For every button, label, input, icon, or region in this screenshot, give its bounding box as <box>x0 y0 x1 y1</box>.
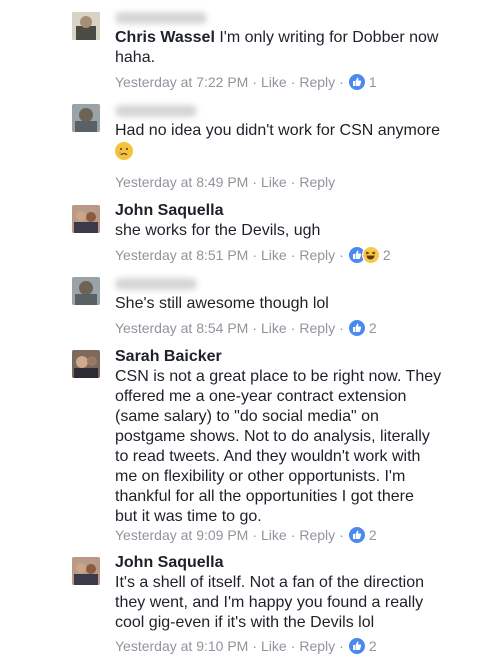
reaction-count[interactable]: 2 <box>369 637 377 655</box>
comment-text: postgame shows. Not to do analysis, lite… <box>115 428 430 445</box>
comment-meta: Yesterday at 7:22 PM · Like · Reply · 1 <box>115 73 377 91</box>
comment-text: She's still awesome though lol <box>115 295 329 312</box>
avatar[interactable] <box>72 557 100 585</box>
comment-timestamp[interactable]: Yesterday at 9:09 PM <box>115 526 248 544</box>
reply-link[interactable]: Reply <box>299 526 335 544</box>
like-link[interactable]: Like <box>261 637 287 655</box>
reaction-count[interactable]: 1 <box>369 73 377 91</box>
comment-meta: Yesterday at 8:49 PM · Like · Reply <box>115 173 336 191</box>
crying-face-icon <box>115 141 133 160</box>
reaction-count[interactable]: 2 <box>369 319 377 337</box>
reply-link[interactable]: Reply <box>299 246 335 264</box>
avatar[interactable] <box>72 12 100 40</box>
like-reaction-icon[interactable] <box>347 637 366 655</box>
avatar[interactable] <box>72 277 100 305</box>
comment-text: (same salary) to "do social media" on <box>115 408 379 425</box>
comment-timestamp[interactable]: Yesterday at 8:49 PM <box>115 173 248 191</box>
comment-timestamp[interactable]: Yesterday at 9:10 PM <box>115 637 248 655</box>
comment-timestamp[interactable]: Yesterday at 8:54 PM <box>115 319 248 337</box>
reaction-count[interactable]: 2 <box>369 526 377 544</box>
comment-author[interactable]: John Saquella <box>115 554 223 571</box>
avatar-photo <box>72 277 100 305</box>
comment-text: cool gig-even if it's with the Devils lo… <box>115 614 375 631</box>
avatar-photo <box>72 104 100 132</box>
like-link[interactable]: Like <box>261 73 287 91</box>
avatar[interactable] <box>72 350 100 378</box>
avatar[interactable] <box>72 104 100 132</box>
like-link[interactable]: Like <box>261 173 287 191</box>
comment-author[interactable]: Sarah Baicker <box>115 348 222 365</box>
like-reaction-icon[interactable] <box>347 526 366 544</box>
comment-text: she works for the Devils, ugh <box>115 222 321 239</box>
comment-meta: Yesterday at 8:51 PM · Like · Reply · 2 <box>115 246 391 264</box>
comment-text: Had no idea you didn't work for CSN anym… <box>115 122 440 139</box>
comment-author[interactable]: John Saquella <box>115 202 223 219</box>
comment-meta: Yesterday at 9:09 PM · Like · Reply · 2 <box>115 526 377 544</box>
reaction-count[interactable]: 2 <box>383 246 391 264</box>
comment-author-redacted <box>115 101 475 121</box>
comment-timestamp[interactable]: Yesterday at 7:22 PM <box>115 73 248 91</box>
avatar-photo <box>72 557 100 585</box>
comment-text: offered me a one-year contract extension <box>115 388 407 405</box>
comment-text: me on flexibility or other opportunists.… <box>115 468 406 485</box>
avatar-photo <box>72 350 100 378</box>
like-link[interactable]: Like <box>261 319 287 337</box>
comment-meta: Yesterday at 9:10 PM · Like · Reply · 2 <box>115 637 377 655</box>
comment-author[interactable]: Chris Wassel <box>115 29 215 46</box>
comment-text: but it was time to go. <box>115 508 262 525</box>
haha-reaction-icon[interactable] <box>361 246 380 264</box>
like-link[interactable]: Like <box>261 526 287 544</box>
like-reaction-icon[interactable] <box>347 319 366 337</box>
comment-text: haha. <box>115 49 156 66</box>
comment-text: they went, and I'm happy you found a rea… <box>115 594 424 611</box>
comment-author-redacted <box>115 8 475 28</box>
avatar[interactable] <box>72 205 100 233</box>
reply-link[interactable]: Reply <box>299 637 335 655</box>
reply-link[interactable]: Reply <box>299 173 335 191</box>
comment-text: CSN is not a great place to be right now… <box>115 368 442 385</box>
like-reaction-icon[interactable] <box>347 73 366 91</box>
comment-meta: Yesterday at 8:54 PM · Like · Reply · 2 <box>115 319 377 337</box>
avatar-photo <box>72 205 100 233</box>
comment-text: thankful for all the opportunities I got… <box>115 488 414 505</box>
avatar-photo <box>72 12 100 40</box>
comment-text: It's a shell of itself. Not a fan of the… <box>115 574 424 591</box>
comment-author-redacted <box>115 274 475 294</box>
like-link[interactable]: Like <box>261 246 287 264</box>
reply-link[interactable]: Reply <box>299 319 335 337</box>
comment-text: to read tweets. And they wouldn't work w… <box>115 448 421 465</box>
comment-text: I'm only writing for Dobber now <box>219 29 439 46</box>
comment-timestamp[interactable]: Yesterday at 8:51 PM <box>115 246 248 264</box>
reply-link[interactable]: Reply <box>299 73 335 91</box>
